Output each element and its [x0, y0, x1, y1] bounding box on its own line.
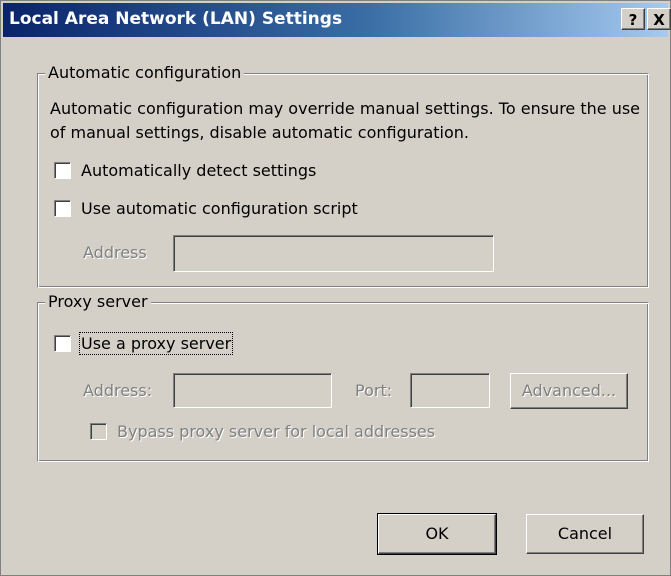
title-bar[interactable]: Local Area Network (LAN) Settings ? X: [3, 3, 671, 37]
proxy-server-group: Proxy server Use a proxy server Address:…: [37, 292, 649, 462]
help-icon: ?: [628, 11, 638, 29]
proxy-server-legend: Proxy server: [45, 292, 151, 311]
use-config-script-checkbox[interactable]: [54, 200, 71, 217]
proxy-address-label: Address:: [83, 381, 153, 400]
proxy-port-field[interactable]: [410, 373, 490, 408]
auto-detect-settings-option[interactable]: Automatically detect settings: [54, 161, 316, 180]
script-address-field[interactable]: [173, 235, 494, 272]
automatic-configuration-description: Automatic configuration may override man…: [50, 99, 641, 142]
automatic-configuration-legend: Automatic configuration: [45, 63, 245, 82]
close-icon: X: [653, 11, 665, 29]
bypass-local-option[interactable]: Bypass proxy server for local addresses: [90, 422, 435, 441]
proxy-address-field[interactable]: [173, 373, 332, 408]
use-proxy-label[interactable]: Use a proxy server: [78, 332, 234, 355]
proxy-port-label: Port:: [355, 381, 393, 400]
advanced-button[interactable]: Advanced...: [510, 373, 628, 409]
auto-detect-label[interactable]: Automatically detect settings: [81, 161, 316, 180]
help-button[interactable]: ?: [621, 8, 645, 30]
use-config-script-label[interactable]: Use automatic configuration script: [81, 199, 358, 218]
cancel-button[interactable]: Cancel: [526, 514, 644, 554]
ok-button[interactable]: OK: [377, 513, 497, 555]
window-title: Local Area Network (LAN) Settings: [9, 9, 343, 29]
bypass-local-checkbox[interactable]: [90, 423, 107, 440]
use-proxy-checkbox[interactable]: [54, 335, 71, 352]
bypass-local-label[interactable]: Bypass proxy server for local addresses: [117, 422, 435, 441]
automatic-configuration-group: Automatic configuration Automatic config…: [37, 63, 649, 288]
auto-detect-checkbox[interactable]: [54, 162, 71, 179]
use-proxy-option[interactable]: Use a proxy server: [54, 332, 234, 355]
script-address-label: Address: [83, 243, 147, 262]
lan-settings-dialog: Local Area Network (LAN) Settings ? X Au…: [0, 0, 671, 576]
use-config-script-option[interactable]: Use automatic configuration script: [54, 199, 358, 218]
close-button[interactable]: X: [647, 8, 671, 30]
